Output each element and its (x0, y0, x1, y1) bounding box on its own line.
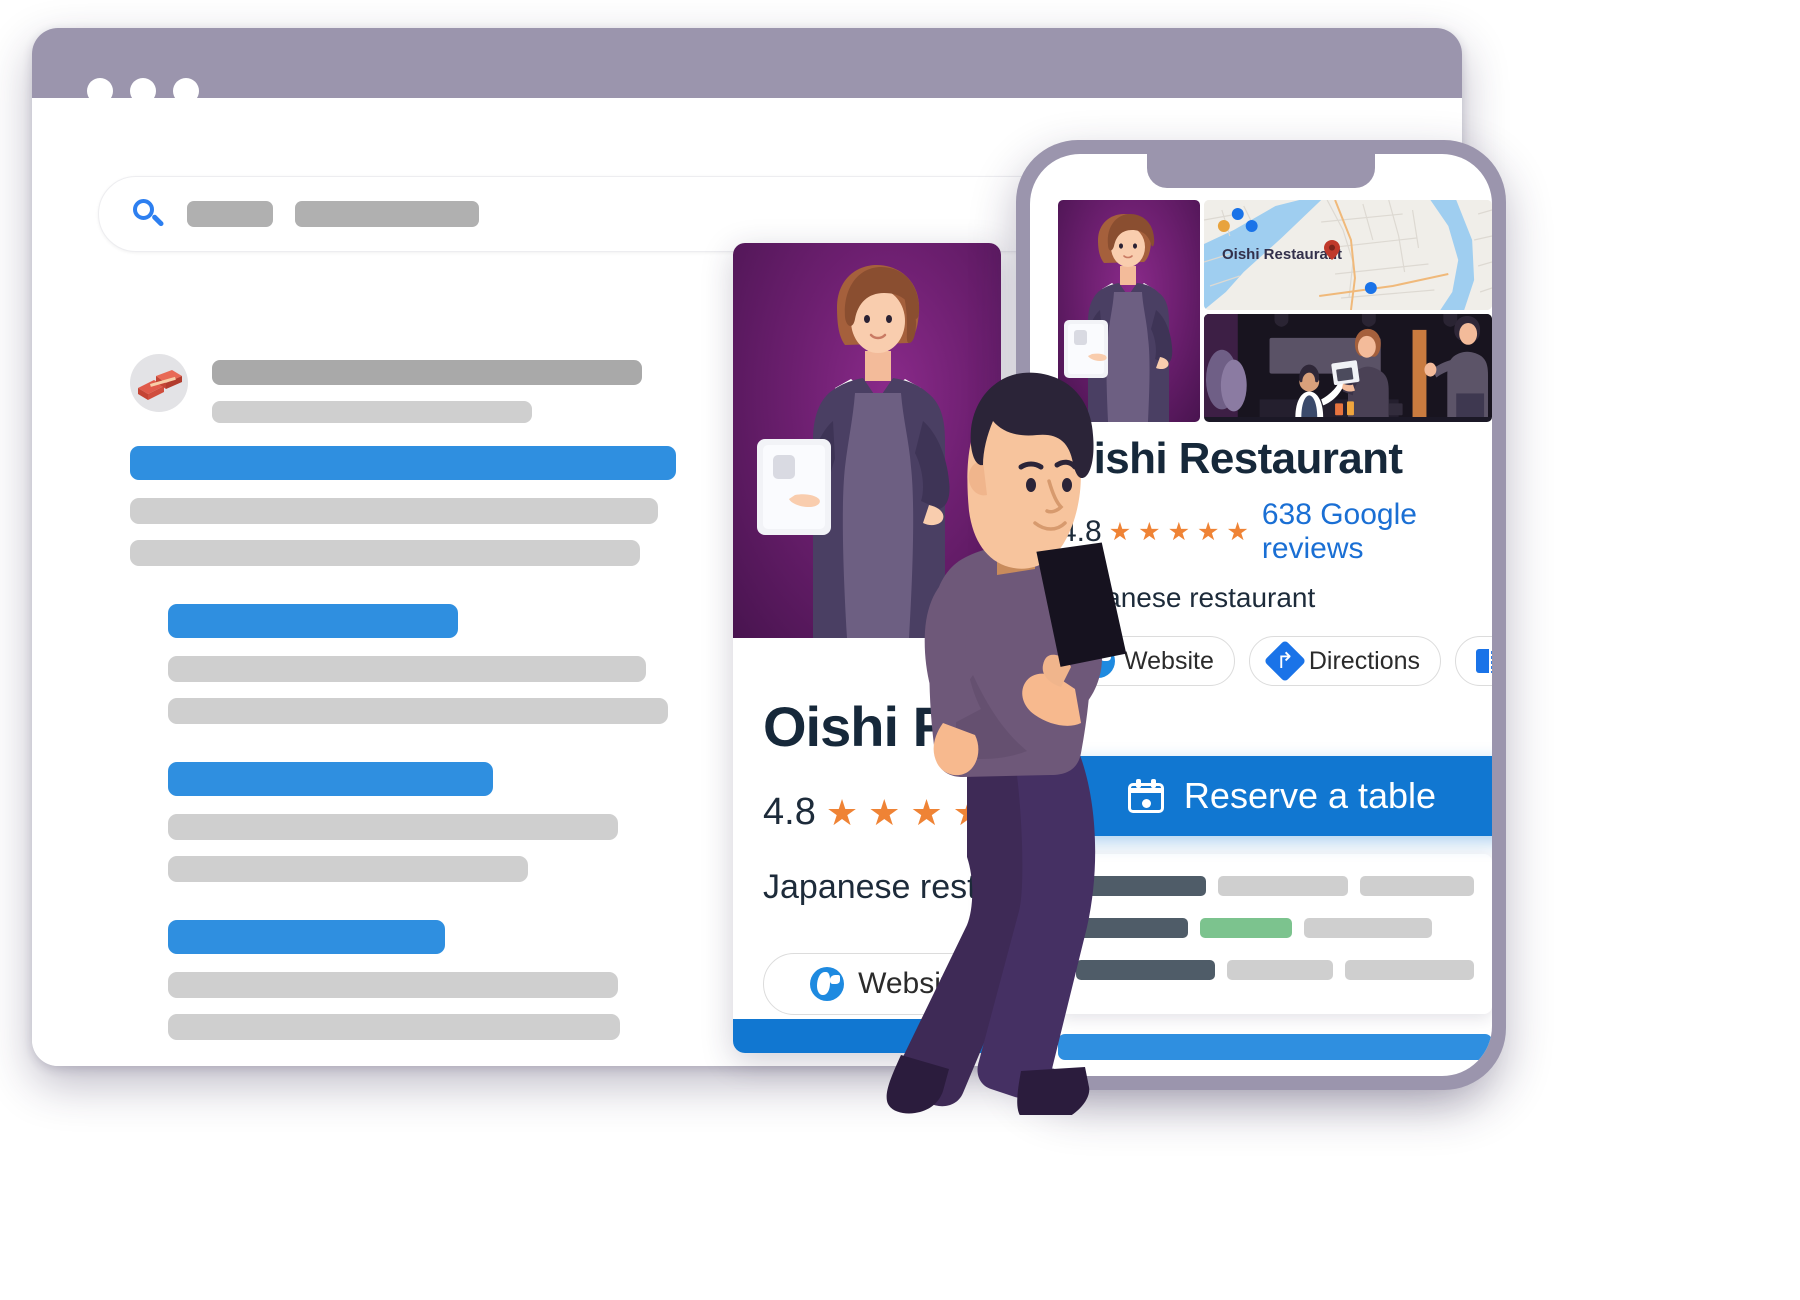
result-line-placeholder (168, 1014, 620, 1040)
menu-book-icon (1476, 649, 1492, 673)
result-line-placeholder (168, 656, 646, 682)
result-line-placeholder (168, 814, 618, 840)
result-line-placeholder (168, 972, 618, 998)
result-item[interactable] (130, 446, 750, 566)
search-placeholder-block (295, 201, 479, 227)
result-item[interactable] (130, 762, 750, 882)
tag-chip (1227, 960, 1334, 980)
phone-reviews-link[interactable]: 638 Google reviews (1262, 498, 1492, 566)
tag-chip (1217, 876, 1348, 896)
map-pin-icon (1324, 240, 1340, 260)
result-header (130, 354, 642, 423)
sushi-icon (130, 354, 188, 412)
star-icon: ★ (1167, 517, 1190, 546)
result-line-placeholder (168, 856, 528, 882)
phone-directions-label: Directions (1308, 646, 1421, 675)
result-line-placeholder (130, 540, 640, 566)
phone-media-right: Oishi Restaurant (1204, 200, 1492, 422)
phone-directions-button[interactable]: Directions (1248, 636, 1442, 686)
phone-menu-button[interactable]: Menu (1455, 636, 1492, 686)
browser-titlebar (32, 28, 1462, 104)
result-link-placeholder[interactable] (168, 604, 458, 638)
result-line-placeholder (168, 698, 668, 724)
result-title-placeholder (212, 354, 642, 423)
results-skeleton-list (130, 446, 750, 1066)
phone-notch (1147, 154, 1375, 188)
screenshot-stage: Oishi Restaurant 4.8 ★ ★ ★ ★ ★ Japanese … (0, 0, 1800, 1300)
tag-chip (1200, 918, 1292, 938)
search-placeholder-block (187, 201, 273, 227)
tag-chip (1359, 876, 1474, 896)
restaurant-photo-thumbnail[interactable] (1204, 314, 1492, 422)
result-item[interactable] (130, 604, 750, 724)
walking-man-illustration (886, 372, 1127, 1115)
directions-icon (1263, 639, 1307, 683)
tag-chip (1345, 960, 1474, 980)
result-link-placeholder[interactable] (130, 446, 676, 480)
result-line-placeholder (130, 498, 658, 524)
reserve-label: Reserve a table (1183, 775, 1437, 816)
result-link-placeholder[interactable] (168, 762, 493, 796)
result-link-placeholder[interactable] (168, 920, 445, 954)
restaurant-interior-illustration (1204, 314, 1492, 418)
star-icon: ★ (1196, 517, 1220, 546)
star-icon: ★ (1226, 517, 1249, 546)
map-thumbnail[interactable]: Oishi Restaurant (1204, 200, 1492, 310)
result-item[interactable] (130, 920, 750, 1040)
tag-chip (1304, 918, 1432, 938)
search-icon (131, 197, 165, 231)
